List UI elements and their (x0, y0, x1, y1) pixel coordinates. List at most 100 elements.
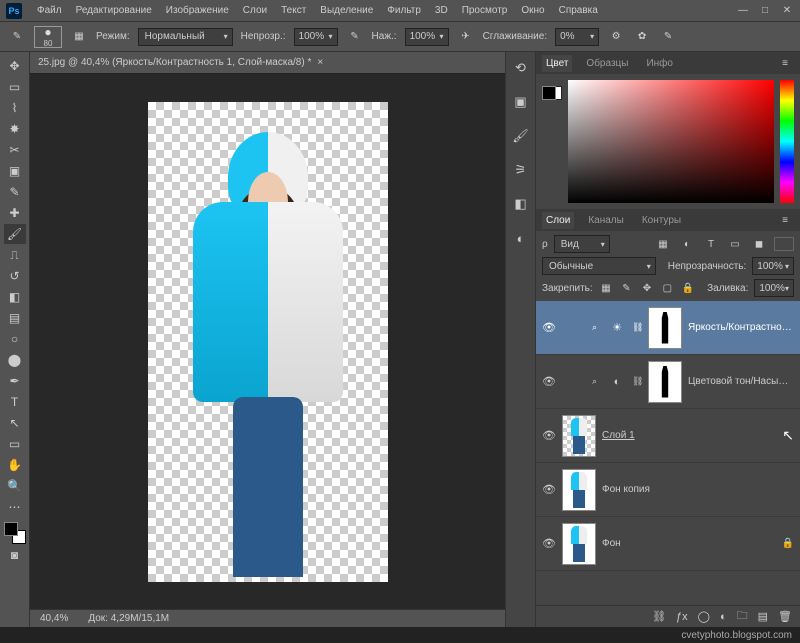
layer-mask-thumb[interactable] (648, 361, 682, 403)
pressure-opacity-icon[interactable]: ✎ (346, 28, 364, 46)
document-tab[interactable]: 25.jpg @ 40,4% (Яркость/Контрастность 1,… (30, 52, 505, 74)
color-swatches[interactable] (4, 522, 26, 544)
delete-layer-icon[interactable]: 🗑 (778, 610, 792, 623)
menu-help[interactable]: Справка (552, 2, 605, 19)
layer-thumb[interactable] (562, 415, 596, 457)
frame-tool[interactable]: ▣ (4, 161, 26, 181)
pen-tool[interactable]: ✒ (4, 371, 26, 391)
layer-name[interactable]: Слой 1 (602, 430, 776, 441)
shape-tool[interactable]: ▭ (4, 434, 26, 454)
layer-fx-icon[interactable]: ƒx (676, 611, 688, 623)
mask-link-icon[interactable]: ⛓ (632, 376, 642, 387)
dodge-tool[interactable]: ⬤ (4, 350, 26, 370)
canvas[interactable] (30, 74, 505, 609)
filter-adjust-icon[interactable]: ◐ (678, 235, 696, 253)
layer-name[interactable]: Фон копия (602, 484, 794, 495)
blend-mode-select[interactable]: Обычные (542, 257, 656, 275)
smoothing-field[interactable]: 0% (555, 28, 599, 46)
move-tool[interactable]: ✥ (4, 56, 26, 76)
minimize-icon[interactable]: — (736, 5, 750, 16)
filter-icon[interactable]: ρ (542, 239, 548, 250)
gradient-tool[interactable]: ▤ (4, 308, 26, 328)
new-layer-icon[interactable]: ▤ (758, 610, 768, 623)
tab-swatches[interactable]: Образцы (582, 55, 632, 72)
layer-mask-thumb[interactable] (648, 307, 682, 349)
type-tool[interactable]: T (4, 392, 26, 412)
eyedropper-tool[interactable]: ✎ (4, 182, 26, 202)
brush-preset-picker[interactable]: 80 (34, 26, 62, 48)
layer-thumb[interactable] (562, 469, 596, 511)
new-group-icon[interactable]: 🗀 (737, 607, 748, 626)
properties-panel-icon[interactable]: ▣ (511, 92, 531, 112)
brush-panel-toggle-icon[interactable]: ▦ (70, 28, 88, 46)
color-field[interactable] (568, 80, 774, 203)
doc-size[interactable]: Док: 4,29M/15,1M (88, 613, 169, 624)
opacity-field[interactable]: 100% (294, 28, 338, 46)
lock-move-icon[interactable]: ✥ (640, 279, 654, 297)
add-mask-icon[interactable]: ◯ (698, 610, 710, 623)
pressure-size-icon[interactable]: ✎ (659, 28, 677, 46)
lock-position-icon[interactable]: ✎ (619, 279, 633, 297)
crop-tool[interactable]: ✂ (4, 140, 26, 160)
adjustments-panel-icon[interactable]: ◐ (511, 228, 531, 248)
blend-mode-dropdown[interactable]: Нормальный (138, 28, 233, 46)
menu-window[interactable]: Окно (514, 2, 551, 19)
visibility-toggle-icon[interactable]: 👁 (542, 429, 556, 442)
layer-name[interactable]: Цветовой тон/Насыщ... (688, 376, 794, 387)
link-layers-icon[interactable]: ⛓ (652, 610, 666, 623)
menu-3d[interactable]: 3D (428, 2, 455, 19)
zoom-tool[interactable]: 🔍 (4, 476, 26, 496)
smoothing-options-icon[interactable]: ⚙ (607, 28, 625, 46)
layer-row[interactable]: 👁 ⌕ ◐ ⛓ Цветовой тон/Насыщ... (536, 355, 800, 409)
filter-shape-icon[interactable]: ▭ (726, 235, 744, 253)
menu-filter[interactable]: Фильтр (380, 2, 428, 19)
layer-thumb[interactable] (562, 523, 596, 565)
lock-all-icon[interactable]: 🔒 (681, 279, 695, 297)
hue-slider[interactable] (780, 80, 794, 203)
tab-info[interactable]: Инфо (642, 55, 677, 72)
layer-name[interactable]: Яркость/Контрастнос... (688, 322, 794, 333)
filter-type-icon[interactable]: T (702, 235, 720, 253)
airbrush-icon[interactable]: ✈ (457, 28, 475, 46)
layer-row[interactable]: 👁 Слой 1 ↖ (536, 409, 800, 463)
symmetry-icon[interactable]: ✿ (633, 28, 651, 46)
filter-smart-icon[interactable]: ◼ (750, 235, 768, 253)
menu-file[interactable]: Файл (30, 2, 69, 19)
layer-opacity-field[interactable]: 100% (752, 257, 794, 275)
quickmask-toggle[interactable]: ◙ (4, 545, 26, 565)
layer-filter-dropdown[interactable]: Вид (554, 235, 610, 253)
visibility-toggle-icon[interactable]: 👁 (542, 321, 556, 334)
flow-field[interactable]: 100% (405, 28, 449, 46)
panel-menu-icon[interactable]: ≡ (776, 54, 794, 72)
menu-edit[interactable]: Редактирование (69, 2, 159, 19)
fill-field[interactable]: 100% (754, 279, 794, 297)
visibility-toggle-icon[interactable]: 👁 (542, 483, 556, 496)
tool-preset-icon[interactable]: ✎ (8, 28, 26, 46)
tab-paths[interactable]: Контуры (638, 212, 685, 229)
blur-tool[interactable]: ○ (4, 329, 26, 349)
menu-text[interactable]: Текст (274, 2, 313, 19)
panel-menu-icon[interactable]: ≡ (776, 211, 794, 229)
close-tab-icon[interactable]: × (317, 57, 323, 68)
hand-tool[interactable]: ✋ (4, 455, 26, 475)
path-select-tool[interactable]: ↖ (4, 413, 26, 433)
lock-artboard-icon[interactable]: ▢ (660, 279, 674, 297)
history-brush-tool[interactable]: ↺ (4, 266, 26, 286)
clone-source-panel-icon[interactable]: ◧ (511, 194, 531, 214)
brushes-panel-icon[interactable]: 🖌 (511, 126, 531, 146)
history-panel-icon[interactable]: ⟲ (511, 58, 531, 78)
menu-view[interactable]: Просмотр (455, 2, 515, 19)
marquee-tool[interactable]: ▭ (4, 77, 26, 97)
layer-row[interactable]: 👁 ⌕ ☀ ⛓ Яркость/Контрастнос... (536, 301, 800, 355)
tab-color[interactable]: Цвет (542, 55, 572, 72)
close-icon[interactable]: ✕ (780, 5, 794, 16)
filter-pixel-icon[interactable]: ▦ (654, 235, 672, 253)
eraser-tool[interactable]: ◧ (4, 287, 26, 307)
lasso-tool[interactable]: ⌇ (4, 98, 26, 118)
visibility-toggle-icon[interactable]: 👁 (542, 375, 556, 388)
mask-link-icon[interactable]: ⛓ (632, 322, 642, 333)
restore-icon[interactable]: □ (758, 5, 772, 16)
zoom-level[interactable]: 40,4% (40, 613, 68, 624)
new-adjustment-icon[interactable]: ◐ (720, 611, 727, 623)
menu-select[interactable]: Выделение (313, 2, 380, 19)
